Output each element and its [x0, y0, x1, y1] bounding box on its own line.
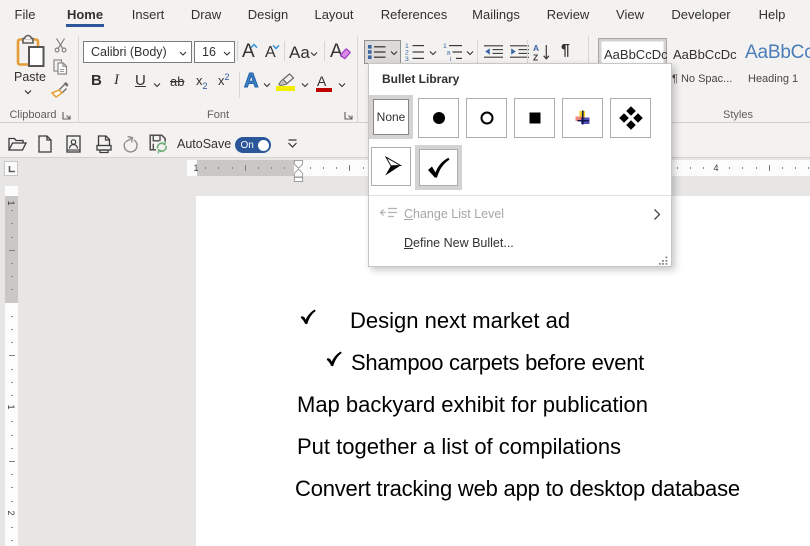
svg-text:Z: Z	[533, 53, 538, 63]
svg-text:3: 3	[405, 56, 409, 63]
svg-text:A: A	[533, 43, 539, 53]
svg-text:i: i	[450, 56, 452, 63]
